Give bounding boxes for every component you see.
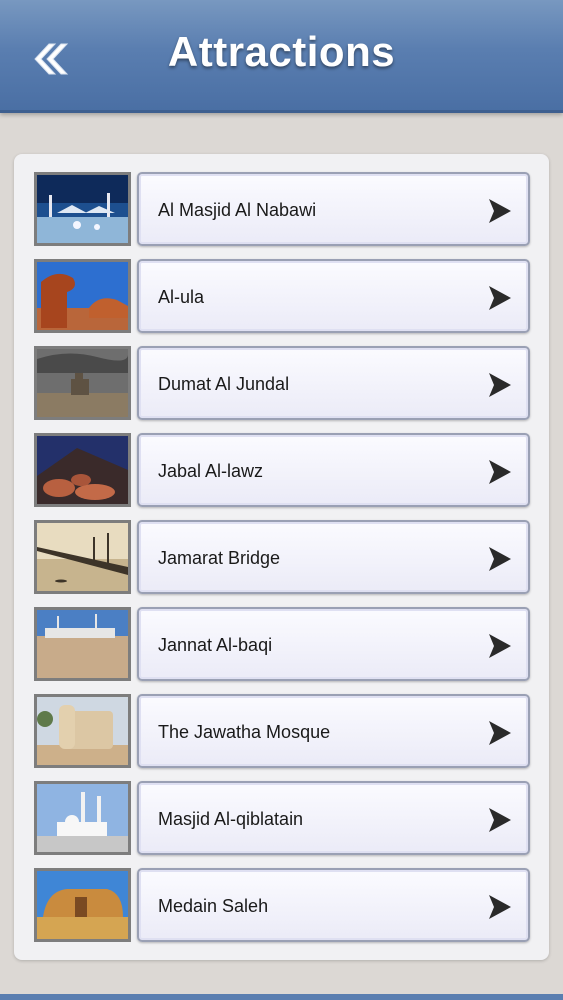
item-label: Medain Saleh [158, 896, 269, 916]
top-bar: Attractions [0, 0, 563, 113]
thumbnail-image [34, 868, 131, 942]
item-button[interactable]: Jamarat Bridge [137, 520, 530, 594]
item-button[interactable]: Medain Saleh [137, 868, 530, 942]
item-label: Jamarat Bridge [158, 548, 281, 568]
list-item: Al-ula [34, 259, 548, 333]
item-label: Al Masjid Al Nabawi [158, 200, 317, 220]
thumbnail-image [34, 259, 131, 333]
chevron-right-icon [489, 547, 511, 571]
item-button[interactable]: Al-ula [137, 259, 530, 333]
chevron-right-icon [489, 460, 511, 484]
thumbnail-image [34, 607, 131, 681]
chevron-right-icon [489, 721, 511, 745]
item-label: Masjid Al-qiblatain [158, 809, 304, 829]
thumbnail-image [34, 781, 131, 855]
item-button[interactable]: Al Masjid Al Nabawi [137, 172, 530, 246]
chevron-right-icon [489, 634, 511, 658]
thumbnail-image [34, 694, 131, 768]
list-item: Jannat Al-baqi [34, 607, 548, 681]
bottom-bar [0, 994, 563, 1000]
item-label: The Jawatha Mosque [158, 722, 331, 742]
item-label: Dumat Al Jundal [158, 374, 290, 394]
chevron-right-icon [489, 286, 511, 310]
thumbnail-image [34, 520, 131, 594]
item-button[interactable]: Dumat Al Jundal [137, 346, 530, 420]
page-title: Attractions [167, 28, 396, 75]
list-item: Jabal Al-lawz [34, 433, 548, 507]
item-label: Jannat Al-baqi [158, 635, 273, 655]
list-item: Masjid Al-qiblatain [34, 781, 548, 855]
thumbnail-image [34, 433, 131, 507]
item-label: Jabal Al-lawz [158, 461, 264, 481]
list-item: Al Masjid Al Nabawi [34, 172, 548, 246]
chevron-right-icon [489, 808, 511, 832]
thumbnail-image [34, 172, 131, 246]
chevron-right-icon [489, 199, 511, 223]
item-button[interactable]: Jannat Al-baqi [137, 607, 530, 681]
item-button[interactable]: The Jawatha Mosque [137, 694, 530, 768]
thumbnail-image [34, 346, 131, 420]
item-button[interactable]: Masjid Al-qiblatain [137, 781, 530, 855]
list-item: Medain Saleh [34, 868, 548, 942]
chevron-right-icon [489, 895, 511, 919]
attractions-list: Al Masjid Al Nabawi Al-ula Dumat Al Jund… [14, 154, 549, 960]
item-label: Al-ula [158, 287, 205, 307]
item-button[interactable]: Jabal Al-lawz [137, 433, 530, 507]
list-item: The Jawatha Mosque [34, 694, 548, 768]
chevron-right-icon [489, 373, 511, 397]
list-item: Dumat Al Jundal [34, 346, 548, 420]
list-item: Jamarat Bridge [34, 520, 548, 594]
